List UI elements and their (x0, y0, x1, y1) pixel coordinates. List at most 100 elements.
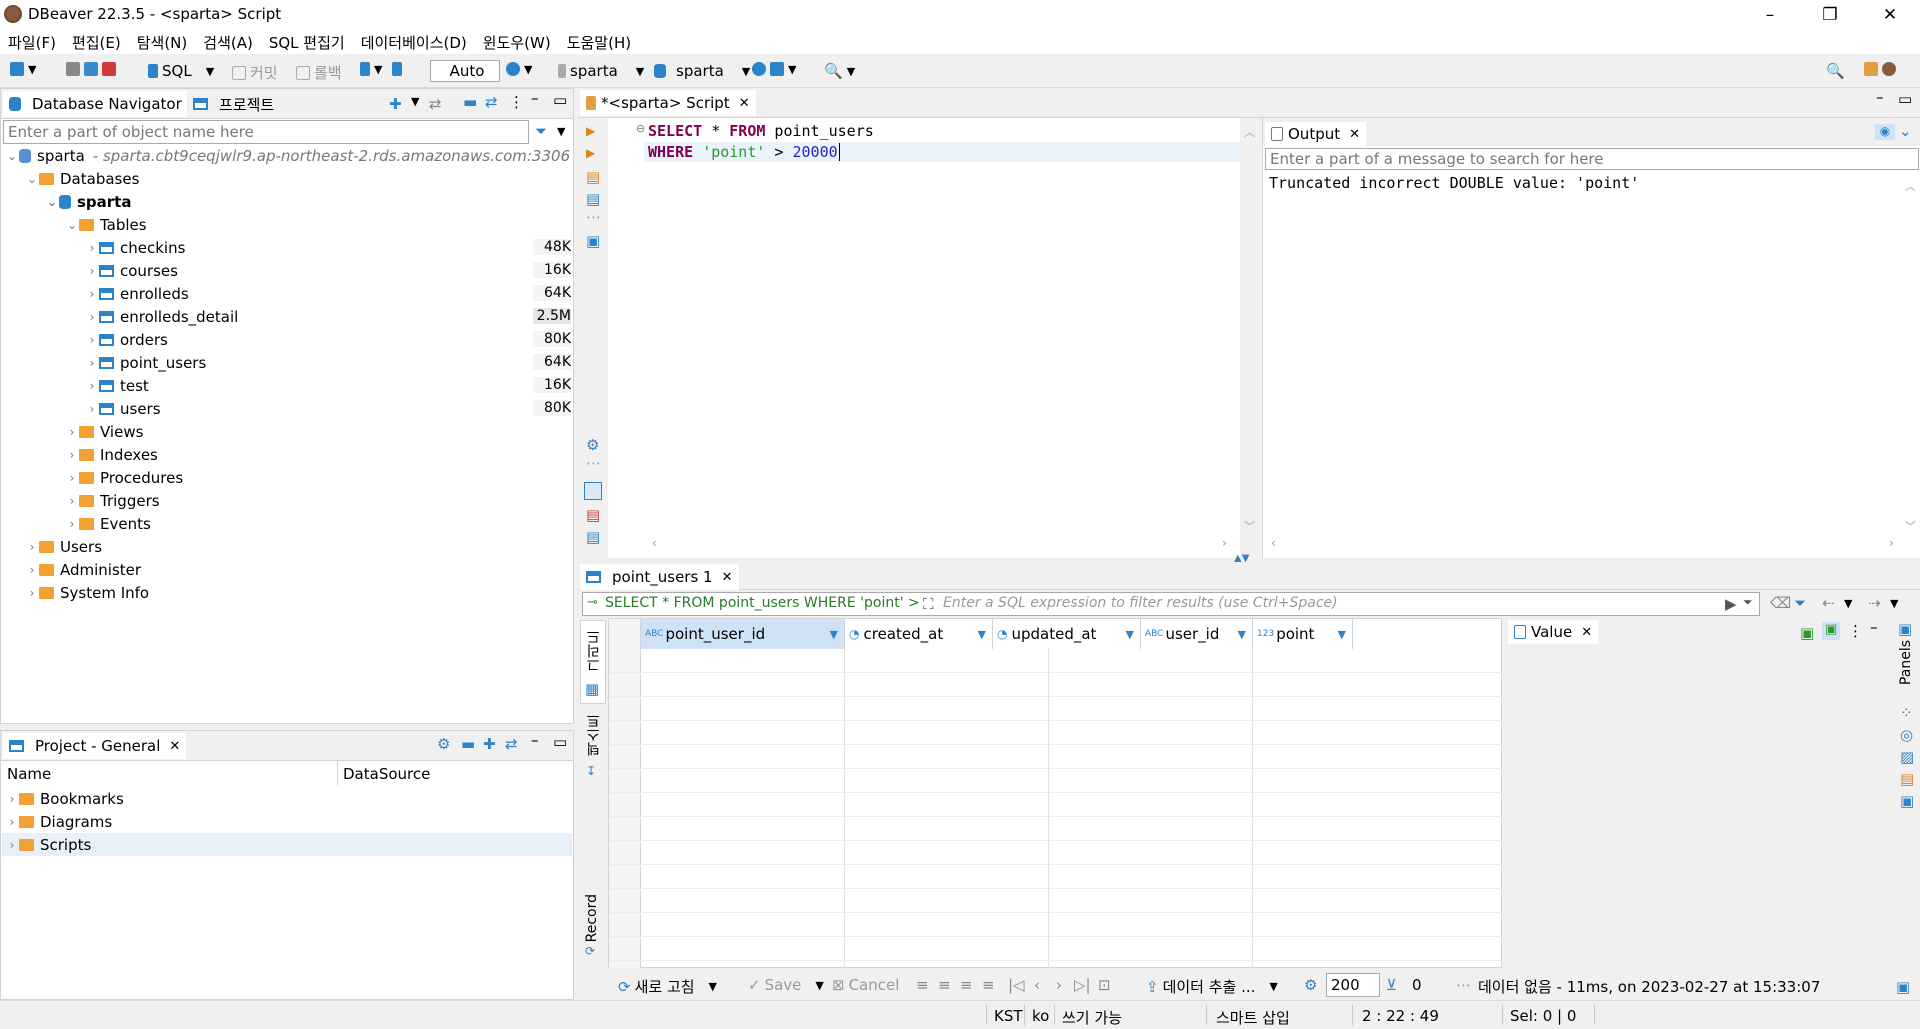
chevron-down-icon[interactable]: ▼ (374, 63, 382, 76)
output-search-input[interactable]: Enter a part of a message to search for … (1265, 148, 1919, 170)
chart-icon[interactable]: ▨ (1900, 748, 1914, 766)
chevron-right-icon[interactable]: › (25, 540, 39, 554)
tree-node-schema[interactable]: ⌄ sparta (45, 190, 132, 213)
global-search-icon[interactable]: 🔍 (1826, 62, 1845, 80)
forward-icon[interactable]: ⇢ (1868, 594, 1881, 612)
save-button[interactable]: ✓ Save ▼ (748, 976, 824, 994)
menu-search[interactable]: 검색(A) (195, 32, 261, 53)
delete-row-icon[interactable]: ≡ (982, 976, 995, 994)
tree-node-table[interactable]: › test (85, 374, 149, 397)
project-item-bookmarks[interactable]: › Bookmarks (5, 787, 124, 810)
er-diagram-icon[interactable] (770, 62, 784, 76)
minimize-button[interactable]: – (1740, 0, 1800, 30)
new-connection-icon[interactable]: ✚ (389, 95, 402, 113)
chevron-right-icon[interactable]: › (5, 838, 19, 852)
menu-sql-editor[interactable]: SQL 편집기 (261, 32, 353, 53)
close-button[interactable]: ✕ (1860, 0, 1920, 30)
chevron-down-icon[interactable]: ▼ (557, 125, 565, 138)
chevron-right-icon[interactable]: › (65, 425, 79, 439)
chevron-down-icon[interactable]: ▼ (28, 63, 36, 76)
row-count-icon[interactable]: ⊻ (1386, 976, 1397, 994)
dbeaver-perspective-icon[interactable] (1882, 62, 1896, 76)
chevron-down-icon[interactable]: ▼ (411, 95, 419, 108)
scroll-left-icon[interactable]: ‹ (1271, 536, 1276, 550)
project-item-diagrams[interactable]: › Diagrams (5, 810, 113, 833)
execute-statement-icon[interactable]: ▶ (586, 124, 595, 138)
tree-node-table[interactable]: › enrolleds (85, 282, 189, 305)
eye-icon[interactable]: ◉ (1875, 124, 1895, 140)
tab-value[interactable]: Value ✕ (1508, 620, 1599, 644)
expand-icon[interactable]: ⛶ (923, 595, 934, 613)
back-icon[interactable]: ⇠ (1822, 594, 1835, 612)
tree-node-tables[interactable]: ⌄ Tables (65, 213, 147, 236)
tree-node-table[interactable]: › checkins (85, 236, 186, 259)
gear-icon[interactable]: ⚙ (437, 735, 450, 753)
chevron-down-icon[interactable]: ⌄ (25, 172, 39, 186)
scroll-up-icon[interactable]: ︿ (1905, 178, 1916, 194)
disconnect-icon[interactable] (66, 62, 80, 76)
menu-navigate[interactable]: 탐색(N) (129, 32, 196, 53)
scroll-right-icon[interactable]: › (1889, 536, 1894, 550)
gear-icon[interactable]: ⚙ (586, 436, 599, 454)
query-text-label[interactable]: SELECT * FROM point_users WHERE 'point' … (605, 595, 920, 611)
maximize-view-icon[interactable]: ▭ (1898, 90, 1912, 108)
sql-editor-button[interactable]: SQL ▼ (148, 62, 214, 80)
panels-icon[interactable]: ▣ (1898, 620, 1912, 638)
chevron-down-icon[interactable]: ▼ (709, 980, 717, 993)
auto-save-icon[interactable]: ▣ (1822, 622, 1840, 640)
chevron-down-icon[interactable]: ▼ (847, 65, 855, 78)
tree-node-connection[interactable]: ⌄ sparta - sparta.cbt9ceqjwlr9.ap-northeas… (5, 144, 570, 167)
column-header-user-id[interactable]: ABC user_id ▼ (1141, 619, 1253, 649)
tab-database-navigator[interactable]: Database Navigator✕ (3, 91, 208, 117)
chevron-down-icon[interactable]: ▼ (524, 63, 532, 76)
panels-label[interactable]: Panels (1898, 640, 1914, 685)
sync-icon[interactable]: ⇄ (485, 93, 498, 111)
gear-icon[interactable]: ⚙ (1304, 976, 1317, 994)
tab-point-users-1[interactable]: point_users 1 ✕ (580, 564, 739, 590)
minimize-view-icon[interactable]: – (1876, 88, 1884, 106)
disconnect-all-icon[interactable] (102, 62, 116, 76)
tree-node-table[interactable]: › orders (85, 328, 168, 351)
tab-sparta-script[interactable]: *<sparta> Script ✕ (580, 90, 756, 116)
tree-node-databases[interactable]: ⌄ Databases (25, 167, 139, 190)
eraser-icon[interactable]: ⌫ (1770, 594, 1791, 612)
chevron-down-icon[interactable]: ⌄ (1899, 122, 1912, 140)
view-menu-icon[interactable]: ⋮ (509, 93, 524, 111)
apply-filter-icon[interactable]: ▶ (1725, 595, 1737, 613)
chevron-right-icon[interactable]: › (85, 264, 99, 278)
export-data-button[interactable]: ⇪ 데이터 추출 ... ▼ (1146, 976, 1278, 997)
maximize-view-icon[interactable]: ▭ (553, 733, 567, 751)
chevron-down-icon[interactable]: ▼ (788, 63, 796, 76)
column-header-point-user-id[interactable]: ABC point_user_id ▼ (641, 619, 845, 649)
fetch-all-icon[interactable]: ⊡ (1098, 976, 1111, 994)
explain-plan-icon[interactable]: ▤ (586, 190, 600, 208)
chevron-right-icon[interactable]: › (65, 517, 79, 531)
scroll-left-icon[interactable]: ‹ (652, 536, 657, 550)
tab-project-general[interactable]: Project - General ✕ (3, 733, 187, 759)
menu-window[interactable]: 윈도우(W) (475, 32, 559, 53)
maximize-view-icon[interactable]: ▭ (553, 91, 567, 109)
chevron-right-icon[interactable]: › (65, 494, 79, 508)
chevron-right-icon[interactable]: › (85, 310, 99, 324)
chevron-down-icon[interactable]: ▼ (1844, 597, 1852, 610)
column-header-created-at[interactable]: ◔ created_at ▼ (845, 619, 993, 649)
chevron-down-icon[interactable]: ▼ (1269, 980, 1277, 993)
chevron-right-icon[interactable]: › (25, 586, 39, 600)
filter-input[interactable]: Enter a SQL expression to filter results… (943, 595, 1338, 611)
filter-history-icon[interactable]: ⏷ (1743, 595, 1753, 610)
expand-icon[interactable]: ✚ (483, 735, 496, 753)
sort-icon[interactable]: ▼ (978, 628, 986, 641)
menu-database[interactable]: 데이터베이스(D) (353, 32, 475, 53)
sort-icon[interactable]: ▼ (1338, 628, 1346, 641)
chevron-right-icon[interactable]: › (85, 241, 99, 255)
column-header-datasource[interactable]: DataSource (343, 765, 430, 783)
transaction-mode-field[interactable]: Auto (430, 60, 500, 82)
scroll-down-icon[interactable]: ﹀ (1905, 518, 1916, 534)
project-item-scripts[interactable]: › Scripts (5, 833, 92, 856)
copy-row-icon[interactable]: ≡ (960, 976, 973, 994)
chevron-right-icon[interactable]: › (65, 471, 79, 485)
scroll-up-icon[interactable]: ︿ (1244, 124, 1255, 140)
tab-project[interactable]: 프로젝트 (187, 91, 281, 117)
view-menu-icon[interactable]: ⋮ (1848, 622, 1863, 640)
results-panel-icon[interactable] (584, 482, 602, 500)
